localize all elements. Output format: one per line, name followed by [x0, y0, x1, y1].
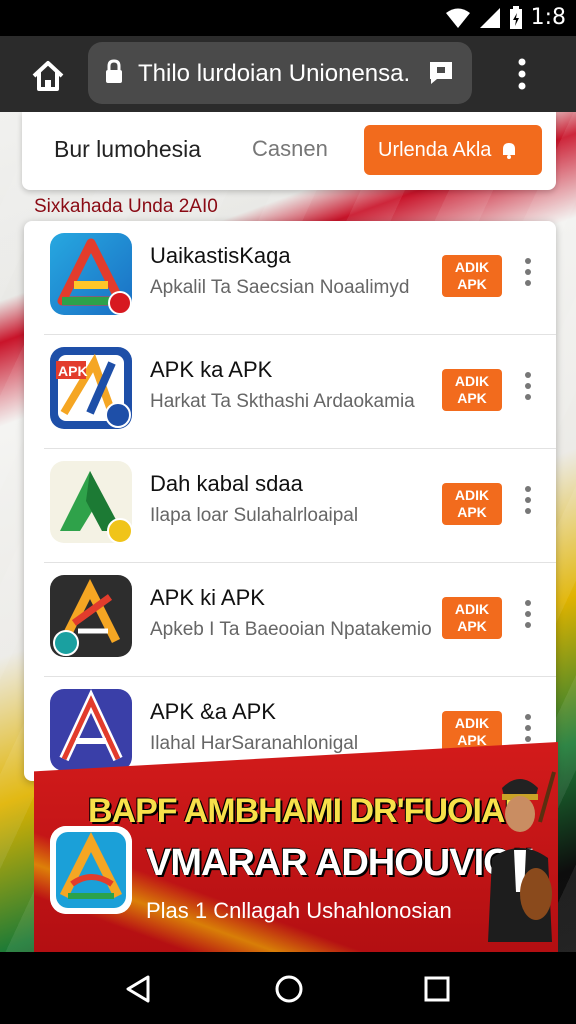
list-item[interactable]: APK APK ka APK Harkat Ta Skthashi Ardaok…: [24, 335, 556, 449]
apk-button-line2: APK: [457, 504, 487, 520]
section-label: Sixkahada Unda 2AI0: [34, 196, 218, 217]
app-logo-icon: [50, 826, 132, 914]
wifi-icon: [445, 8, 470, 28]
home-icon[interactable]: [28, 56, 68, 96]
person-illustration-icon: [488, 771, 556, 942]
apk-a-icon: APK: [50, 347, 132, 429]
search-secondary[interactable]: Casnen: [252, 136, 328, 162]
app-list: UaikastisKaga Apkalil Ta Saecsian Noaali…: [24, 221, 556, 781]
more-vert-icon[interactable]: [522, 257, 534, 287]
apk-button[interactable]: ADIK APK: [442, 483, 502, 525]
app-subtitle: Apkalil Ta Saecsian Noaalimyd: [150, 277, 410, 298]
purple-a-icon: [50, 689, 132, 771]
more-vert-icon[interactable]: [522, 371, 534, 401]
promo-banner[interactable]: BAPF AMBHAMI DR'FUOIAN VMARAR ADHOUVIQ!!…: [34, 742, 558, 952]
recent-apps-icon[interactable]: [424, 976, 450, 1002]
more-vert-icon[interactable]: [522, 713, 534, 743]
battery-icon: [509, 5, 522, 29]
banner-tagline: Plas 1 Cnllagah Ushahlonosian: [146, 898, 452, 923]
green-a-icon: [50, 461, 133, 544]
app-title: Dah kabal sdaa: [150, 471, 303, 496]
apk-button[interactable]: ADIK APK: [442, 255, 502, 297]
apk-button-line1: ADIK: [454, 259, 490, 275]
home-circle-icon[interactable]: [274, 974, 304, 1004]
list-item[interactable]: UaikastisKaga Apkalil Ta Saecsian Noaali…: [24, 221, 556, 335]
apk-button[interactable]: ADIK APK: [442, 369, 502, 411]
triangle-a-icon: [50, 233, 132, 315]
more-vert-icon[interactable]: [510, 56, 534, 92]
url-text[interactable]: Thilo lurdoian Unionensa.: [138, 60, 410, 88]
apk-button-line2: APK: [457, 276, 487, 292]
status-icons: 1:8: [445, 5, 566, 30]
search-label[interactable]: Bur lumohesia: [54, 136, 201, 163]
app-title: APK &a APK: [150, 699, 276, 724]
app-subtitle: Harkat Ta Skthashi Ardaokamia: [150, 391, 415, 412]
app-title: UaikastisKaga: [150, 243, 291, 268]
apk-button-line2: APK: [457, 618, 487, 634]
bell-icon: [503, 143, 516, 159]
app-subtitle: Apkeb I Ta Baeooian Npatakemio: [150, 619, 432, 640]
more-vert-icon[interactable]: [522, 485, 534, 515]
more-vert-icon[interactable]: [522, 599, 534, 629]
signal-icon: [479, 7, 500, 28]
search-button-label: Urlenda Akla: [378, 138, 492, 161]
lock-icon: [106, 59, 122, 83]
app-title: APK ki APK: [150, 585, 265, 610]
status-bar: 1:8: [0, 0, 576, 36]
app-subtitle: Ilapa loar Sulahalrloaipal: [150, 505, 359, 526]
list-item[interactable]: APK ki APK Apkeb I Ta Baeooian Npatakemi…: [24, 563, 556, 677]
list-item[interactable]: Dah kabal sdaa Ilapa loar Sulahalrloaipa…: [24, 449, 556, 563]
app-title: APK ka APK: [150, 357, 273, 382]
browser-toolbar: Thilo lurdoian Unionensa.: [0, 36, 576, 112]
chat-icon[interactable]: [428, 60, 454, 86]
banner-subheadline: VMARAR ADHOUVIQ!!: [146, 842, 536, 884]
dark-a-icon: [50, 575, 132, 657]
apk-button-line1: ADIK: [454, 601, 490, 617]
navigation-bar: [0, 952, 576, 1024]
search-button[interactable]: Urlenda Akla: [364, 125, 542, 175]
back-icon[interactable]: [124, 974, 152, 1004]
search-card: Bur lumohesia Casnen Urlenda Akla: [22, 112, 556, 190]
banner-headline: BAPF AMBHAMI DR'FUOIAN: [88, 792, 529, 830]
url-bar[interactable]: Thilo lurdoian Unionensa.: [88, 42, 472, 104]
svg-text:APK: APK: [58, 363, 88, 379]
status-time: 1:8: [530, 5, 566, 30]
apk-button-line1: ADIK: [454, 373, 490, 389]
apk-button[interactable]: ADIK APK: [442, 597, 502, 639]
page-content: Bur lumohesia Casnen Urlenda Akla Sixkah…: [0, 112, 576, 952]
apk-button-line1: ADIK: [454, 715, 490, 731]
apk-button-line1: ADIK: [454, 487, 490, 503]
apk-button-line2: APK: [457, 390, 487, 406]
